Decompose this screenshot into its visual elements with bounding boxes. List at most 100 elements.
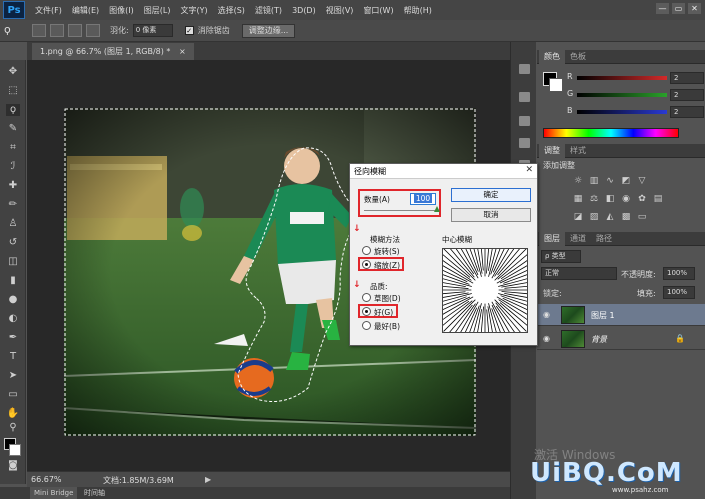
move-tool-icon[interactable]: ✥ — [6, 66, 20, 78]
color-balance-icon[interactable]: ⚖ — [589, 194, 599, 204]
background-color-swatch[interactable] — [9, 444, 21, 456]
lasso-tool-icon[interactable]: ϙ — [6, 104, 20, 116]
tab-swatches[interactable]: 色板 — [565, 50, 591, 64]
draft-radio[interactable] — [362, 293, 371, 302]
red-slider[interactable]: R 2 — [567, 72, 704, 84]
blue-value-input[interactable]: 2 — [670, 106, 704, 118]
quick-select-tool-icon[interactable]: ✎ — [6, 123, 20, 135]
green-slider[interactable]: G 2 — [567, 89, 704, 101]
blur-tool-icon[interactable]: ● — [6, 294, 20, 306]
new-selection-icon[interactable] — [32, 24, 46, 37]
zoom-tool-icon[interactable]: ⚲ — [6, 422, 20, 434]
blue-slider[interactable]: B 2 — [567, 106, 704, 118]
character-panel-icon[interactable] — [519, 138, 530, 148]
tab-layers[interactable]: 图层 — [539, 232, 565, 246]
eraser-tool-icon[interactable]: ◫ — [6, 256, 20, 268]
amount-slider-track[interactable] — [364, 210, 436, 211]
brightness-icon[interactable]: ☼ — [573, 176, 583, 186]
color-lookup-icon[interactable]: ▤ — [653, 194, 663, 204]
visibility-eye-icon[interactable]: ◉ — [543, 310, 552, 319]
type-tool-icon[interactable]: T — [6, 351, 20, 363]
curves-icon[interactable]: ∿ — [605, 176, 615, 186]
green-slider-track[interactable] — [577, 93, 667, 97]
tab-close-icon[interactable]: × — [179, 47, 186, 56]
dodge-tool-icon[interactable]: ◐ — [6, 313, 20, 325]
maximize-button[interactable]: ▭ — [672, 3, 685, 14]
menu-file[interactable]: 文件(F) — [35, 5, 62, 16]
tab-mini-bridge[interactable]: Mini Bridge — [30, 487, 78, 499]
photo-filter-icon[interactable]: ◉ — [621, 194, 631, 204]
intersect-selection-icon[interactable] — [86, 24, 100, 37]
quick-mask-icon[interactable]: ◙ — [6, 460, 20, 472]
add-selection-icon[interactable] — [50, 24, 64, 37]
amount-input[interactable]: 100 — [410, 193, 436, 205]
clone-stamp-tool-icon[interactable]: ♙ — [6, 218, 20, 230]
selective-color-icon[interactable]: ▩ — [621, 212, 631, 222]
black-white-icon[interactable]: ◧ — [605, 194, 615, 204]
marquee-tool-icon[interactable]: ⬚ — [6, 85, 20, 97]
visibility-eye-icon[interactable]: ◉ — [543, 334, 552, 343]
green-value-input[interactable]: 2 — [670, 89, 704, 101]
menu-type[interactable]: 文字(Y) — [180, 5, 207, 16]
tab-styles[interactable]: 样式 — [565, 144, 591, 158]
hue-saturation-icon[interactable]: ▦ — [573, 194, 583, 204]
dialog-close-icon[interactable]: ✕ — [525, 165, 533, 175]
zoom-level[interactable]: 66.67% — [31, 475, 62, 484]
red-slider-track[interactable] — [577, 76, 667, 80]
tab-channels[interactable]: 通道 — [565, 232, 591, 246]
lasso-preset-icon[interactable]: ϙ — [4, 24, 18, 37]
color-panel-background-swatch[interactable] — [549, 78, 563, 92]
channel-mixer-icon[interactable]: ✿ — [637, 194, 647, 204]
eyedropper-tool-icon[interactable]: ℐ — [6, 161, 20, 173]
feather-input[interactable]: 0 像素 — [132, 24, 173, 37]
menu-image[interactable]: 图像(I) — [109, 5, 134, 16]
tab-color[interactable]: 颜色 — [539, 50, 565, 64]
menu-filter[interactable]: 滤镜(T) — [255, 5, 282, 16]
fill-input[interactable]: 100% — [663, 286, 695, 299]
tab-paths[interactable]: 路径 — [591, 232, 617, 246]
menu-layer[interactable]: 图层(L) — [144, 5, 171, 16]
gradient-map-icon[interactable]: ▭ — [637, 212, 647, 222]
good-radio[interactable] — [362, 307, 371, 316]
status-menu-arrow-icon[interactable]: ▶ — [205, 475, 211, 484]
crop-tool-icon[interactable]: ⌗ — [6, 142, 20, 154]
vibrance-icon[interactable]: ▽ — [637, 176, 647, 186]
properties-panel-icon[interactable] — [519, 92, 530, 102]
subtract-selection-icon[interactable] — [68, 24, 82, 37]
levels-icon[interactable]: ▥ — [589, 176, 599, 186]
zoom-radio[interactable] — [362, 260, 371, 269]
best-radio[interactable] — [362, 321, 371, 330]
layer-row[interactable]: ◉ 图层 1 — [537, 304, 705, 326]
hand-tool-icon[interactable]: ✋ — [6, 408, 20, 420]
menu-window[interactable]: 窗口(W) — [363, 5, 393, 16]
exposure-icon[interactable]: ◩ — [621, 176, 631, 186]
blend-mode-select[interactable]: 正常 — [541, 267, 617, 280]
antialias-checkbox[interactable]: ✓ — [184, 26, 194, 35]
spin-radio[interactable] — [362, 246, 371, 255]
red-value-input[interactable]: 2 — [670, 72, 704, 84]
history-brush-tool-icon[interactable]: ↺ — [6, 237, 20, 249]
menu-help[interactable]: 帮助(H) — [404, 5, 432, 16]
posterize-icon[interactable]: ▨ — [589, 212, 599, 222]
document-tab[interactable]: 1.png @ 66.7% (图层 1, RGB/8) * × — [32, 43, 194, 60]
menu-view[interactable]: 视图(V) — [326, 5, 354, 16]
healing-brush-tool-icon[interactable]: ✚ — [6, 180, 20, 192]
color-spectrum[interactable] — [543, 128, 679, 138]
history-panel-icon[interactable] — [519, 64, 530, 74]
tab-adjustments[interactable]: 调整 — [539, 144, 565, 158]
close-button[interactable]: ✕ — [688, 3, 701, 14]
brush-tool-icon[interactable]: ✏ — [6, 199, 20, 211]
pen-tool-icon[interactable]: ✒ — [6, 332, 20, 344]
dialog-titlebar[interactable]: 径向模糊 ✕ — [350, 164, 537, 179]
gradient-tool-icon[interactable]: ▮ — [6, 275, 20, 287]
tab-timeline[interactable]: 时间轴 — [80, 487, 109, 499]
menu-3d[interactable]: 3D(D) — [292, 6, 316, 15]
layer-kind-filter[interactable]: ρ 类型 — [541, 250, 581, 263]
menu-select[interactable]: 选择(S) — [218, 5, 245, 16]
cancel-button[interactable]: 取消 — [451, 208, 531, 222]
shape-tool-icon[interactable]: ▭ — [6, 389, 20, 401]
blur-center-preview[interactable] — [442, 248, 528, 333]
minimize-button[interactable]: — — [656, 3, 669, 14]
threshold-icon[interactable]: ◭ — [605, 212, 615, 222]
path-select-tool-icon[interactable]: ➤ — [6, 370, 20, 382]
